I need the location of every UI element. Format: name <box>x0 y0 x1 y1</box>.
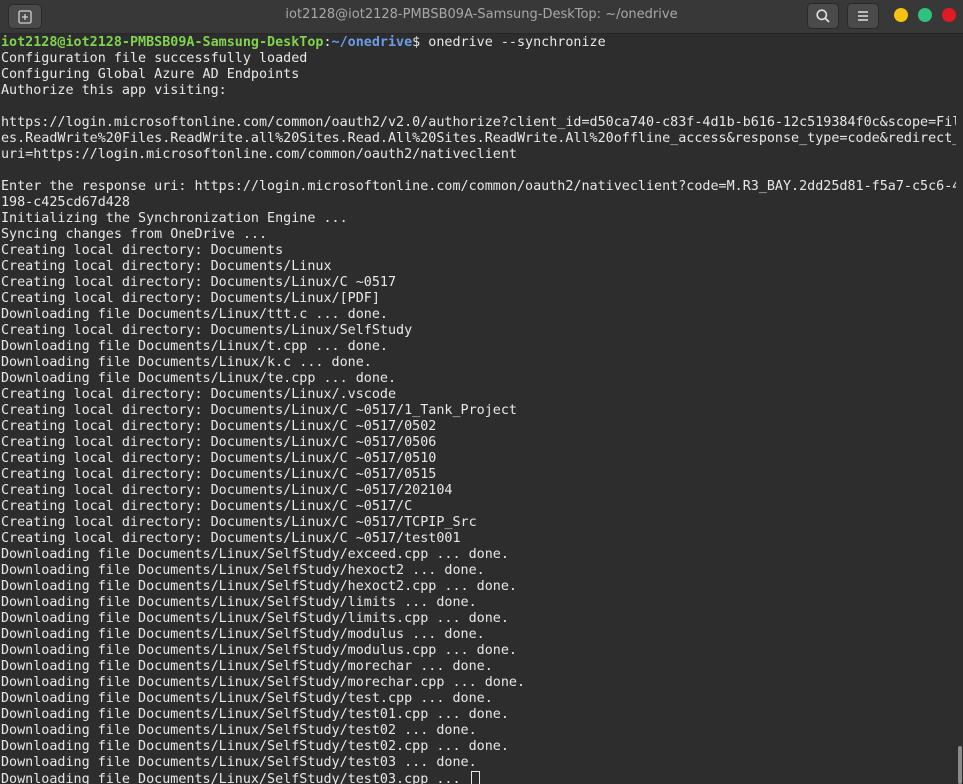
output-line: Creating local directory: Documents/Linu… <box>1 275 397 290</box>
output-line: Downloading file Documents/Linux/SelfStu… <box>1 659 493 674</box>
output-line: Downloading file Documents/Linux/te.cpp … <box>1 371 397 386</box>
close-button[interactable] <box>942 8 956 22</box>
terminal-output-area[interactable]: iot2128@iot2128-PMBSB09A-Samsung-DeskTop… <box>0 34 963 784</box>
output-line: Downloading file Documents/Linux/SelfStu… <box>1 739 509 754</box>
output-line: Creating local directory: Documents/Linu… <box>1 387 397 402</box>
output-line: Downloading file Documents/Linux/SelfStu… <box>1 547 509 562</box>
output-line: Downloading file Documents/Linux/SelfStu… <box>1 723 477 738</box>
output-line: uri=https://login.microsoftonline.com/co… <box>1 147 517 162</box>
menu-button[interactable] <box>847 3 879 29</box>
output-line: Downloading file Documents/Linux/SelfStu… <box>1 707 509 722</box>
output-line: Enter the response uri: https://login.mi… <box>1 179 956 194</box>
output-line: Creating local directory: Documents/Linu… <box>1 451 437 466</box>
search-icon <box>816 9 830 23</box>
search-button[interactable] <box>807 3 839 29</box>
output-line: Creating local directory: Documents/Linu… <box>1 483 453 498</box>
output-line: Downloading file Documents/Linux/SelfStu… <box>1 595 477 610</box>
output-line: Downloading file Documents/Linux/t.cpp .… <box>1 339 388 354</box>
hamburger-menu-icon <box>858 11 868 21</box>
prompt-user-host: iot2128@iot2128-PMBSB09A-Samsung-DeskTop <box>1 35 324 50</box>
output-line: Creating local directory: Documents/Linu… <box>1 419 437 434</box>
output-line: Configuration file successfully loaded <box>1 51 308 66</box>
window-title: iot2128@iot2128-PMBSB09A-Samsung-DeskTop… <box>285 7 678 22</box>
maximize-button[interactable] <box>918 8 932 22</box>
output-line: Initializing the Synchronization Engine … <box>1 211 348 226</box>
output-line: Creating local directory: Documents/Linu… <box>1 259 332 274</box>
output-line: Downloading file Documents/Linux/SelfStu… <box>1 643 517 658</box>
output-line: Downloading file Documents/Linux/SelfStu… <box>1 755 477 770</box>
scrollbar[interactable] <box>957 34 963 784</box>
prompt-command: onedrive --synchronize <box>428 35 606 50</box>
title-bar[interactable]: iot2128@iot2128-PMBSB09A-Samsung-DeskTop… <box>0 0 963 34</box>
new-tab-button[interactable] <box>8 4 42 29</box>
output-line: Downloading file Documents/Linux/SelfStu… <box>1 675 526 690</box>
output-line: Creating local directory: Documents/Linu… <box>1 435 437 450</box>
output-line: https://login.microsoftonline.com/common… <box>1 115 956 130</box>
output-line: Creating local directory: Documents/Linu… <box>1 323 413 338</box>
output-line: Authorize this app visiting: <box>1 83 227 98</box>
prompt-symbol: $ <box>412 35 429 50</box>
output-line: Downloading file Documents/Linux/SelfStu… <box>1 627 485 642</box>
output-line: Creating local directory: Documents/Linu… <box>1 291 380 306</box>
output-line: Syncing changes from OneDrive ... <box>1 227 268 242</box>
output-line: Creating local directory: Documents/Linu… <box>1 499 413 514</box>
minimize-button[interactable] <box>894 8 908 22</box>
output-line: Downloading file Documents/Linux/k.c ...… <box>1 355 372 370</box>
terminal-lines: iot2128@iot2128-PMBSB09A-Samsung-DeskTop… <box>1 35 956 784</box>
output-line: Downloading file Documents/Linux/ttt.c .… <box>1 307 388 322</box>
output-line: Configuring Global Azure AD Endpoints <box>1 67 300 82</box>
prompt-path: ~/onedrive <box>331 35 413 50</box>
output-line: 198-c425cd67d428 <box>1 195 130 210</box>
prompt-line: iot2128@iot2128-PMBSB09A-Samsung-DeskTop… <box>1 35 956 51</box>
terminal-window: iot2128@iot2128-PMBSB09A-Samsung-DeskTop… <box>0 0 963 784</box>
output-line: Creating local directory: Documents/Linu… <box>1 403 517 418</box>
output-line: Downloading file Documents/Linux/SelfStu… <box>1 579 517 594</box>
output-line: Downloading file Documents/Linux/SelfStu… <box>1 611 509 626</box>
scrollbar-thumb[interactable] <box>958 746 962 784</box>
output-line: Downloading file Documents/Linux/SelfStu… <box>1 771 956 784</box>
output-line: Creating local directory: Documents/Linu… <box>1 467 437 482</box>
output-line: Downloading file Documents/Linux/SelfStu… <box>1 563 485 578</box>
output-line: Downloading file Documents/Linux/SelfStu… <box>1 691 493 706</box>
prompt-separator: : <box>323 35 332 50</box>
output-line: Creating local directory: Documents/Linu… <box>1 531 461 546</box>
output-line: es.ReadWrite%20Files.ReadWrite.all%20Sit… <box>1 131 956 146</box>
output-line: Creating local directory: Documents/Linu… <box>1 515 477 530</box>
terminal-cursor <box>470 771 480 784</box>
output-line: Creating local directory: Documents <box>1 243 284 258</box>
new-tab-icon <box>18 9 32 24</box>
